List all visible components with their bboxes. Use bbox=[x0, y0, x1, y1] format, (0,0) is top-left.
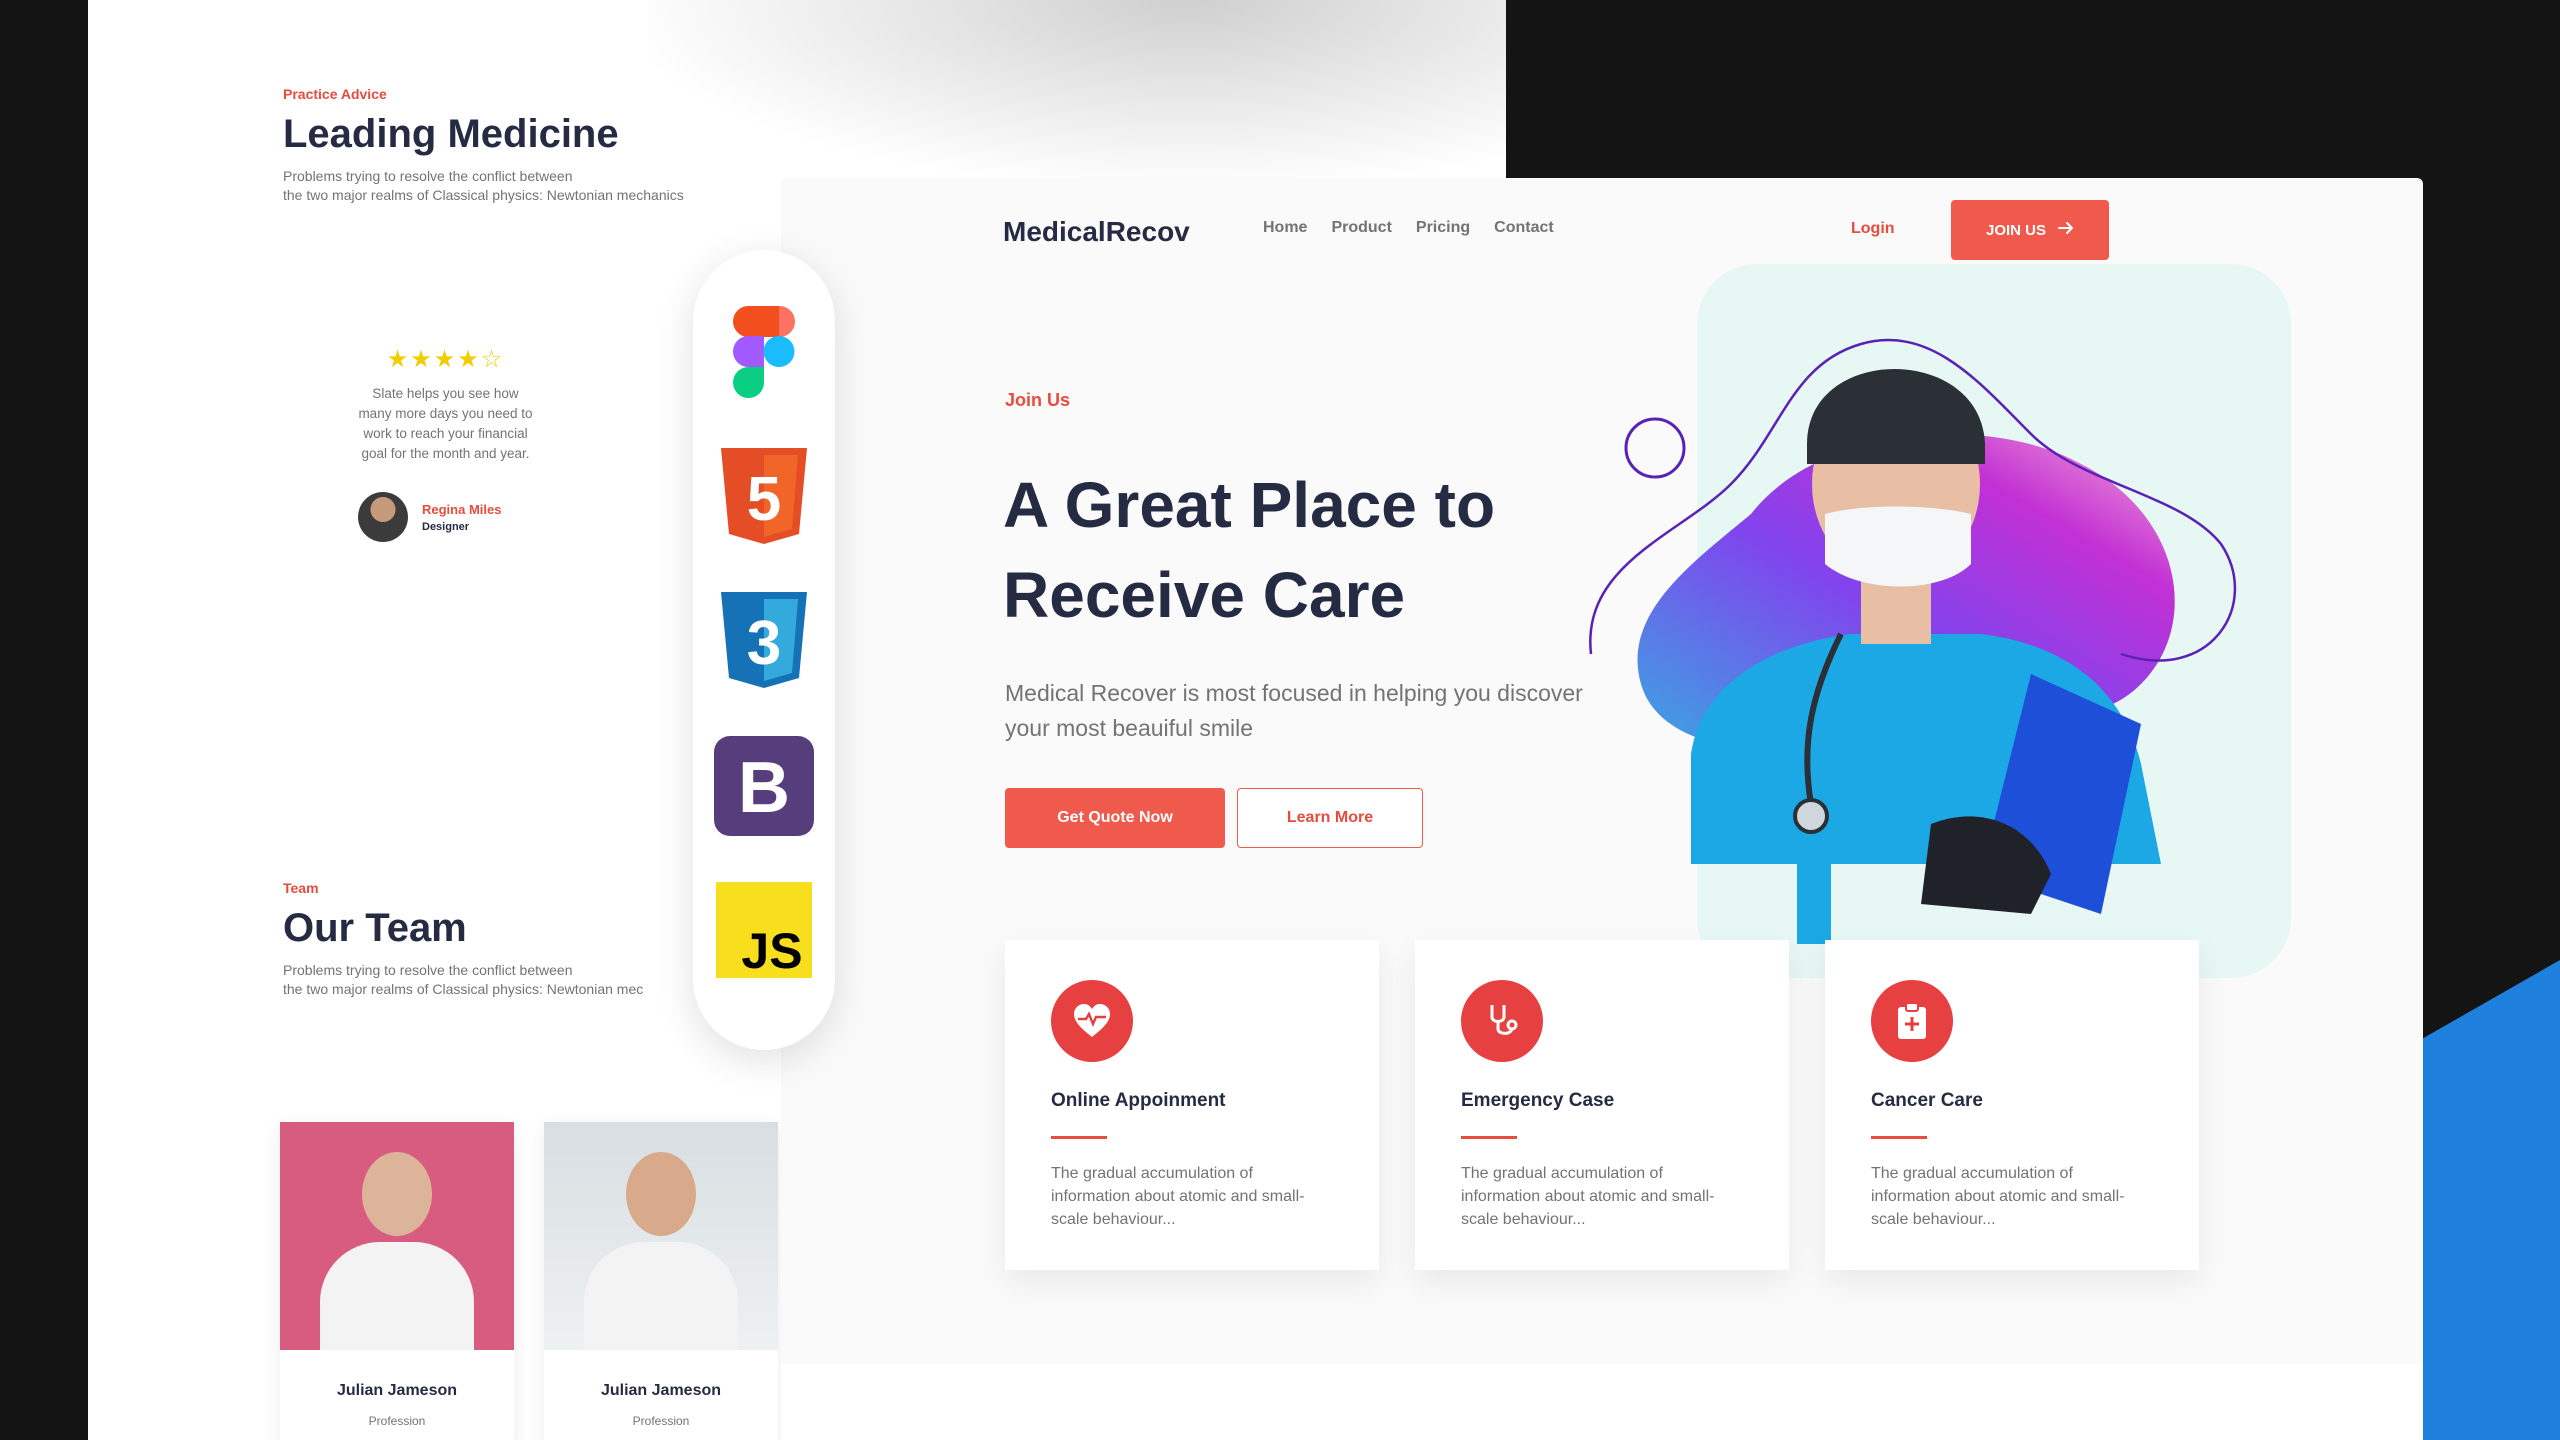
footer-band bbox=[781, 1364, 2423, 1440]
learn-more-button[interactable]: Learn More bbox=[1237, 788, 1423, 848]
feature-divider bbox=[1871, 1136, 1927, 1139]
description-line: the two major realms of Classical physic… bbox=[283, 187, 684, 203]
javascript-icon: JS bbox=[714, 880, 814, 980]
star-empty-icon: ☆ bbox=[480, 346, 505, 373]
team-member-photo bbox=[544, 1122, 778, 1350]
person-head-shape bbox=[626, 1152, 696, 1236]
blue-corner-shape bbox=[2420, 960, 2560, 1440]
brand-logo[interactable]: MedicalRecov bbox=[1003, 216, 1190, 248]
join-us-label: JOIN US bbox=[1985, 221, 2046, 239]
stethoscope-icon bbox=[1461, 980, 1543, 1062]
arrow-right-icon bbox=[2058, 221, 2074, 239]
description-line: Problems trying to resolve the conflict … bbox=[283, 168, 573, 184]
page-shadow bbox=[648, 0, 1506, 180]
testimonial-quote: Slate helps you see how many more days y… bbox=[358, 386, 533, 461]
login-link[interactable]: Login bbox=[1851, 220, 1895, 238]
feature-title: Online Appoinment bbox=[1051, 1090, 1226, 1111]
author-name: Regina Miles bbox=[422, 501, 502, 517]
figma-icon bbox=[714, 302, 814, 402]
section-description: Problems trying to resolve the conflict … bbox=[283, 961, 763, 999]
nav-link-contact[interactable]: Contact bbox=[1494, 219, 1554, 237]
join-us-button[interactable]: JOIN US bbox=[1951, 200, 2109, 260]
tech-stack-pill: 5 3 B JS bbox=[693, 250, 835, 1050]
our-team-section: Team Our Team Problems trying to resolve… bbox=[283, 880, 763, 999]
nav-link-pricing[interactable]: Pricing bbox=[1416, 219, 1470, 237]
feature-title: Cancer Care bbox=[1871, 1090, 1983, 1111]
star-filled-icon: ★ bbox=[410, 346, 434, 373]
team-member-card[interactable]: Julian Jameson Profession bbox=[544, 1122, 778, 1440]
clipboard-medical-icon bbox=[1871, 980, 1953, 1062]
hero-eyebrow: Join Us bbox=[1005, 390, 1071, 410]
feature-title: Emergency Case bbox=[1461, 1090, 1615, 1111]
section-title: Leading Medicine bbox=[283, 112, 619, 156]
section-eyebrow: Team bbox=[283, 880, 319, 896]
author-role: Designer bbox=[422, 520, 470, 533]
nav-links: Home Product Pricing Contact bbox=[1263, 219, 1554, 237]
landing-page: MedicalRecov Home Product Pricing Contac… bbox=[781, 178, 2423, 1440]
svg-text:JS: JS bbox=[741, 923, 802, 978]
hero-title: A Great Place to Receive Care bbox=[1003, 469, 1496, 631]
team-member-name: Julian Jameson bbox=[600, 1382, 722, 1399]
star-filled-icon: ★ bbox=[433, 346, 458, 373]
feature-card-cancer-care[interactable]: Cancer Care The gradual accumulation of … bbox=[1825, 940, 2199, 1270]
nav-link-home[interactable]: Home bbox=[1263, 219, 1307, 237]
svg-text:B: B bbox=[738, 748, 790, 828]
leading-medicine-section: Practice Advice Leading Medicine Problem… bbox=[283, 86, 763, 205]
team-member-role: Profession bbox=[368, 1414, 426, 1428]
heart-pulse-icon bbox=[1051, 980, 1133, 1062]
team-member-role: Profession bbox=[632, 1414, 690, 1428]
feature-description: The gradual accumulation of information … bbox=[1051, 1165, 1305, 1228]
section-title: Our Team bbox=[283, 906, 467, 950]
person-body-shape bbox=[584, 1242, 738, 1350]
team-member-photo bbox=[280, 1122, 514, 1350]
team-member-card[interactable]: Julian Jameson Profession bbox=[280, 1122, 514, 1440]
star-rating: ★★★★☆ bbox=[358, 345, 533, 374]
team-member-name: Julian Jameson bbox=[336, 1382, 458, 1399]
svg-text:3: 3 bbox=[747, 609, 781, 678]
nav-link-product[interactable]: Product bbox=[1331, 219, 1391, 237]
description-line: the two major realms of Classical physic… bbox=[283, 981, 644, 997]
avatar bbox=[358, 492, 408, 542]
testimonial-card: ★★★★☆ Slate helps you see how many more … bbox=[358, 345, 533, 542]
get-quote-button[interactable]: Get Quote Now bbox=[1005, 788, 1225, 848]
person-head-shape bbox=[362, 1152, 432, 1236]
feature-card-online-appointment[interactable]: Online Appoinment The gradual accumulati… bbox=[1005, 940, 1379, 1270]
svg-text:5: 5 bbox=[747, 465, 781, 534]
person-body-shape bbox=[320, 1242, 474, 1350]
star-filled-icon: ★ bbox=[457, 346, 481, 373]
feature-description: The gradual accumulation of information … bbox=[1461, 1165, 1715, 1228]
hero-description: Medical Recover is most focused in helpi… bbox=[1005, 680, 1583, 741]
section-description: Problems trying to resolve the conflict … bbox=[283, 167, 763, 205]
feature-description: The gradual accumulation of information … bbox=[1871, 1165, 2125, 1228]
css3-icon: 3 bbox=[714, 590, 814, 690]
section-eyebrow: Practice Advice bbox=[283, 86, 387, 102]
feature-card-emergency-case[interactable]: Emergency Case The gradual accumulation … bbox=[1415, 940, 1789, 1270]
bootstrap-icon: B bbox=[714, 736, 814, 836]
html5-icon: 5 bbox=[714, 446, 814, 546]
description-line: Problems trying to resolve the conflict … bbox=[283, 962, 573, 978]
testimonial-author: Regina Miles Designer bbox=[358, 492, 533, 542]
feature-divider bbox=[1051, 1136, 1107, 1139]
star-filled-icon: ★ bbox=[386, 346, 411, 373]
feature-divider bbox=[1461, 1136, 1517, 1139]
